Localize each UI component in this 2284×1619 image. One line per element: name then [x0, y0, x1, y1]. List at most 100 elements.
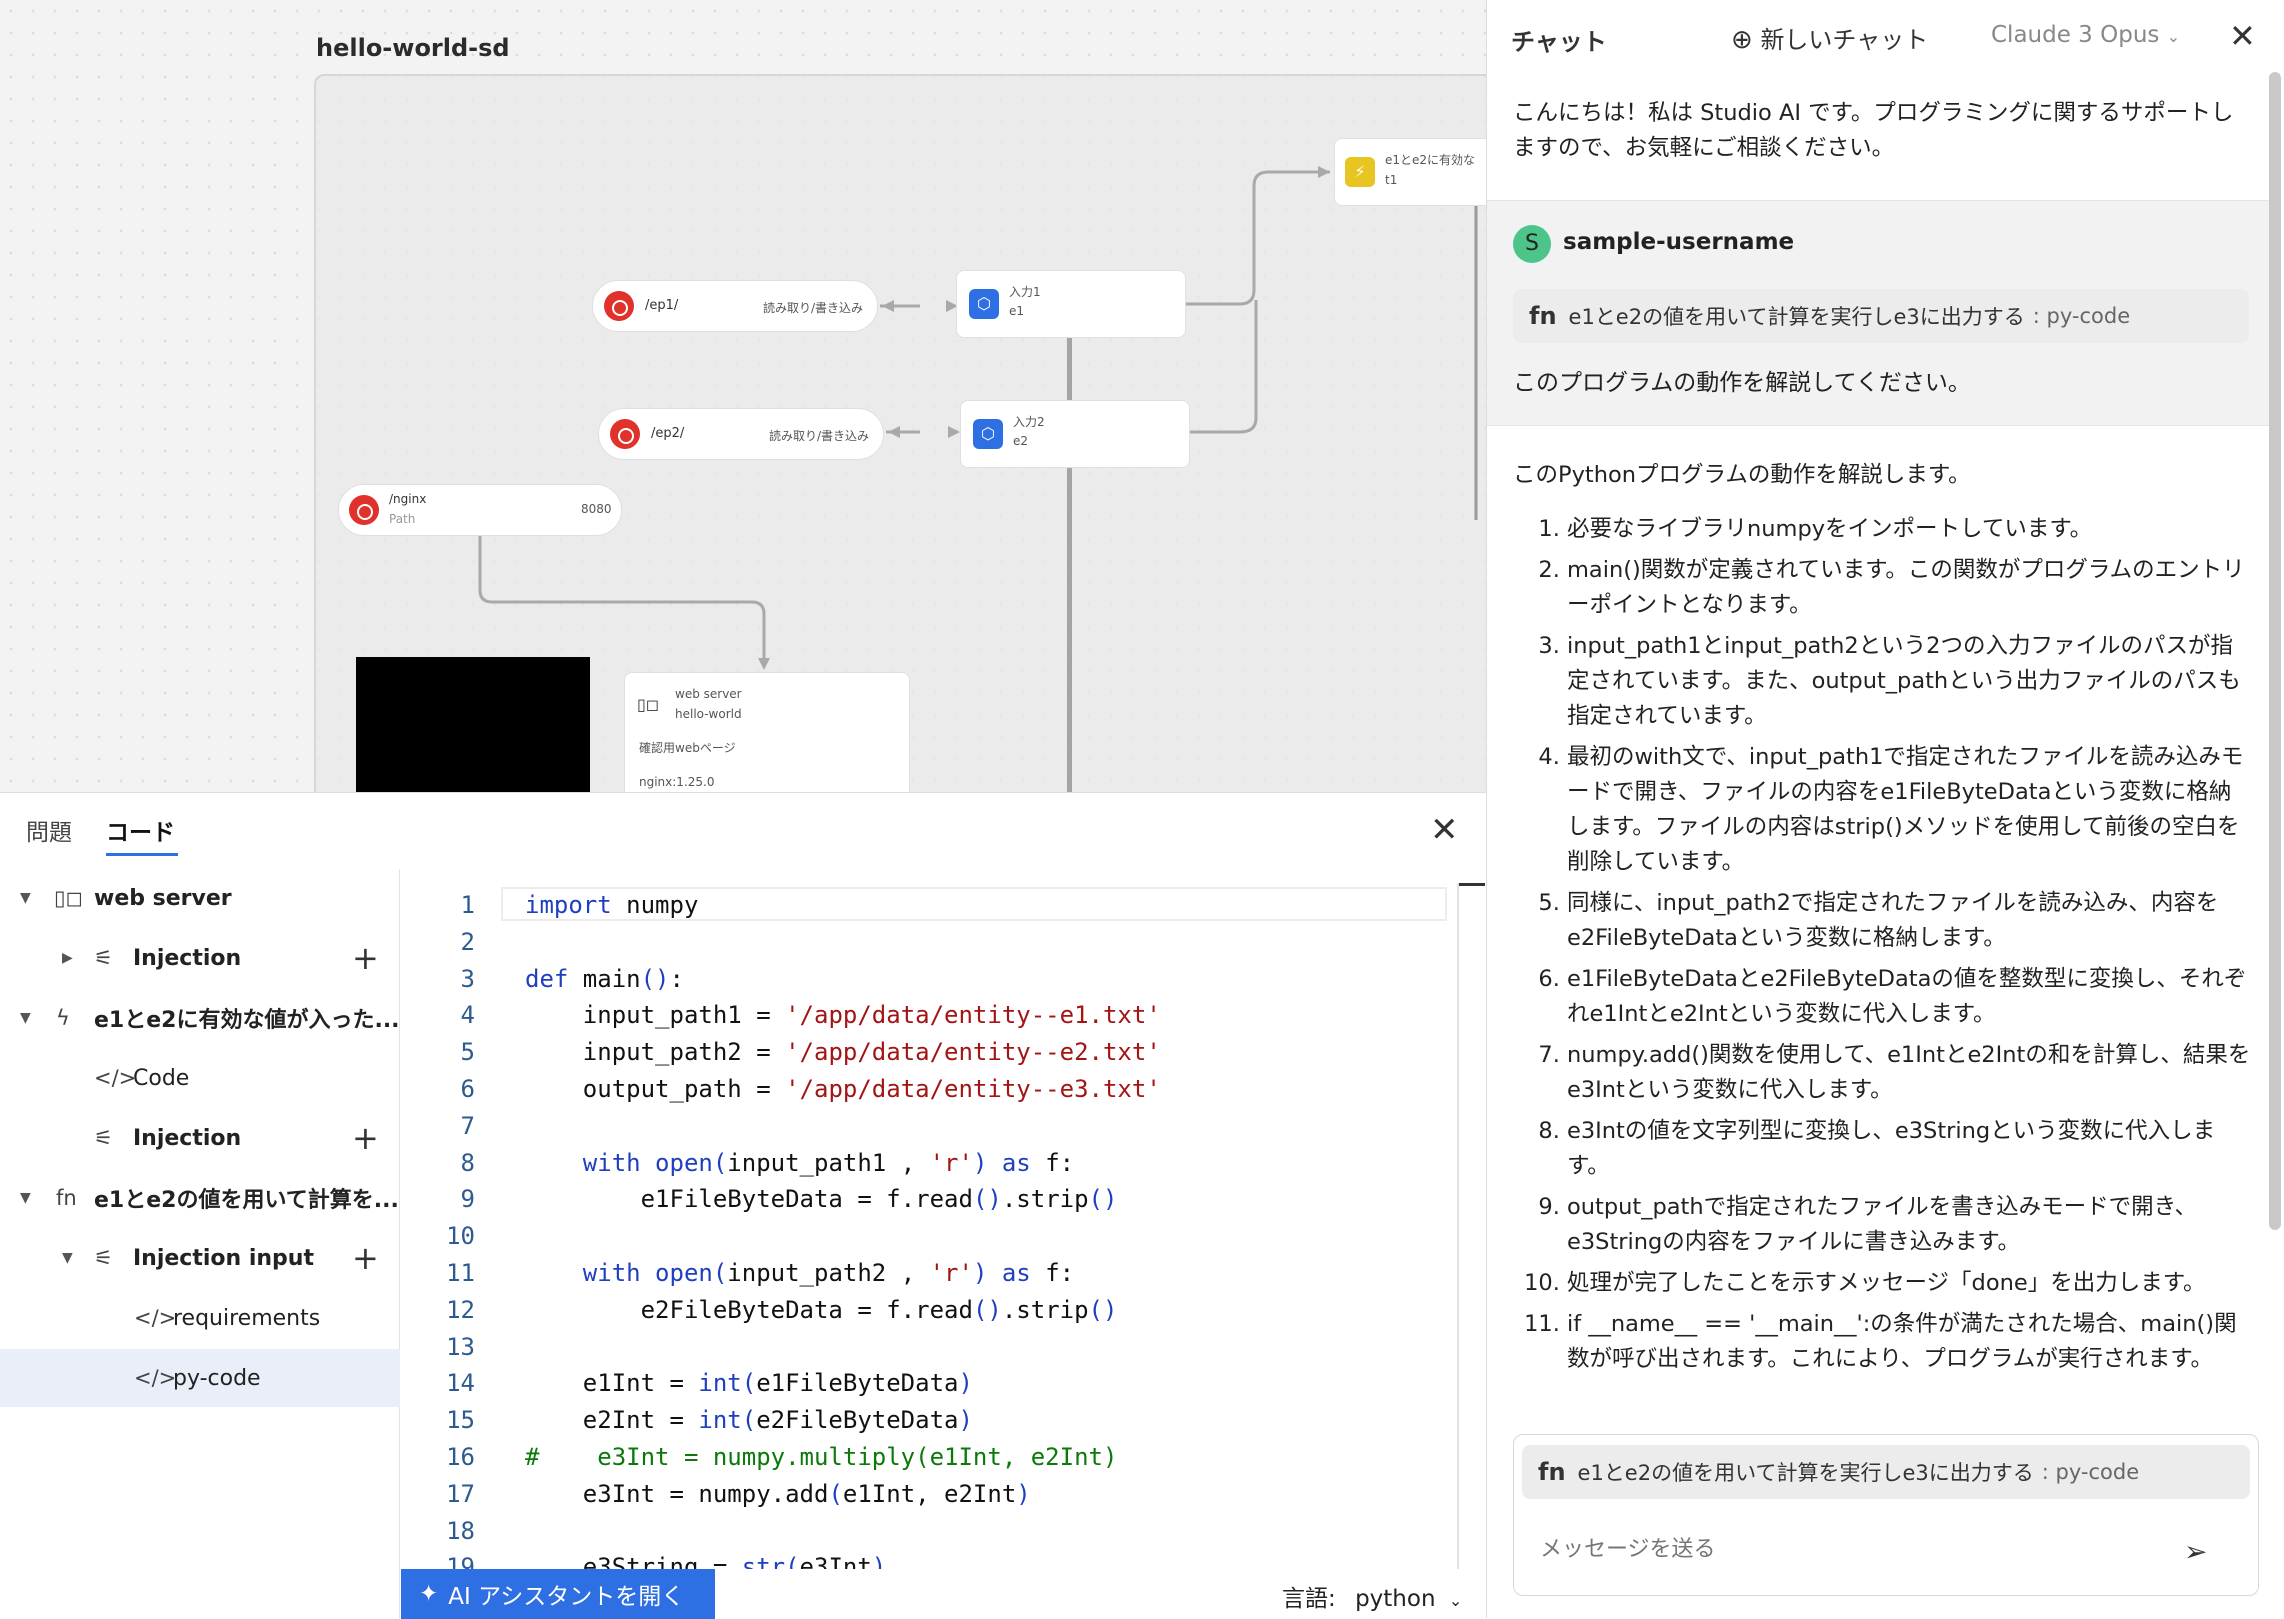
tab-problems[interactable]: 問題	[26, 813, 72, 847]
line-number: 12	[446, 1295, 475, 1324]
endpoint-node-ep1[interactable]: /ep1/ 読み取り/書き込み	[592, 280, 878, 332]
model-select[interactable]: Claude 3 Opus ⌄	[1991, 22, 2180, 48]
code-line: output_path = '/app/data/entity--e3.txt'	[525, 1075, 1161, 1103]
endpoint-path: /ep1/	[645, 298, 679, 313]
endpoint-icon	[610, 419, 640, 449]
answer-list: 必要なライブラリnumpyをインポートしています。 main()関数が定義されてい…	[1531, 512, 2251, 1383]
code-icon: </>	[134, 1306, 177, 1330]
code-line: e2FileByteData = f.read().strip()	[525, 1295, 1118, 1324]
close-chat-icon[interactable]: ✕	[2229, 20, 2256, 52]
line-number: 9	[460, 1185, 475, 1214]
avatar: S	[1513, 225, 1551, 263]
tree-item-trigger[interactable]: ▼ ϟ e1とe2に有効な値が入った...	[0, 989, 400, 1047]
code-reference-chip[interactable]: fn e1とe2の値を用いて計算を実行しe3に出力する : py-code	[1522, 1445, 2250, 1499]
line-number: 6	[460, 1075, 475, 1103]
chevron-down-icon: ⌄	[1448, 1591, 1463, 1610]
line-number: 18	[446, 1516, 475, 1545]
code-line: with open(input_path2 , 'r') as f:	[582, 1259, 1075, 1287]
sparkle-icon: ✦	[419, 1581, 439, 1607]
tree-item-injection-2[interactable]: ⚟ Injection +	[0, 1109, 400, 1167]
line-number: 19	[446, 1553, 475, 1569]
send-icon[interactable]: ➢	[2184, 1535, 2207, 1568]
endpoint-path: /ep2/	[651, 426, 685, 441]
endpoint-port: 8080	[581, 502, 612, 516]
trigger-node-t1[interactable]: ⚡ e1とe2に有効な t1	[1334, 138, 1486, 206]
node-name: e1とe2に有効な	[1385, 153, 1476, 167]
node-id: t1	[1385, 173, 1398, 187]
node-name: 入力1	[1009, 285, 1041, 299]
answer-item: e1FileByteDataとe2FileByteDataの値を整数型に変換し、…	[1567, 962, 2251, 1032]
chat-panel: チャット ⊕ 新しいチャット Claude 3 Opus ⌄ ✕ こんにちは！私…	[1486, 0, 2284, 1618]
user-question: このプログラムの動作を解説してください。	[1513, 370, 1971, 396]
open-ai-assistant-button[interactable]: ✦ AI アシスタントを開く	[401, 1569, 715, 1619]
code-line: e1FileByteData = f.read().strip()	[525, 1185, 1118, 1214]
answer-item: input_path1とinput_path2という2つの入力ファイルのパスが指…	[1567, 629, 2251, 734]
lightning-icon: ϟ	[56, 1006, 70, 1030]
line-number: 14	[446, 1369, 475, 1398]
answer-item: 必要なライブラリnumpyをインポートしています。	[1567, 512, 2251, 547]
tree-item-requirements[interactable]: </> requirements	[0, 1289, 400, 1347]
user-message: S sample-username fn e1とe2の値を用いて計算を実行しe3…	[1487, 200, 2269, 426]
lightning-icon: ⚡	[1345, 157, 1375, 187]
code-line: e1Int = int(e1FileByteData)	[525, 1369, 973, 1398]
endpoint-mode: 読み取り/書き込み	[763, 301, 864, 315]
tree-item-injection[interactable]: ▶ ⚟ Injection +	[0, 929, 400, 987]
language-select[interactable]: 言語: python ⌄	[1282, 1579, 1462, 1613]
answer-item: if __name__ == '__main__':の条件が満たされた場合、ma…	[1567, 1307, 2251, 1377]
close-icon[interactable]: ✕	[1430, 813, 1459, 847]
code-reference-chip[interactable]: fn e1とe2の値を用いて計算を実行しe3に出力する : py-code	[1513, 289, 2249, 343]
chat-scrollbar[interactable]	[2269, 72, 2281, 1230]
answer-item: output_pathで指定されたファイルを書き込みモードで開き、e3Strin…	[1567, 1190, 2251, 1260]
preview-thumbnail	[356, 657, 590, 792]
code-line: # e3Int = numpy.multiply(e1Int, e2Int)	[525, 1443, 1118, 1471]
input-node-e2[interactable]: ⬡ 入力2 e2	[960, 400, 1190, 468]
tree-item-code[interactable]: </> Code	[0, 1049, 400, 1107]
line-number: 7	[460, 1111, 475, 1140]
workflow-canvas[interactable]: hello-world-sd /ep1/ 読み取り/書き込み /ep2/ 読み取…	[0, 0, 1486, 792]
sliders-icon: ⚟	[94, 1126, 113, 1150]
active-tab-indicator	[106, 853, 178, 856]
editor-gutter-edge	[1457, 883, 1459, 1569]
answer-item: 最初のwith文で、input_path1で指定されたファイルを読み込みモードで…	[1567, 740, 2251, 880]
chevron-down-icon: ⌄	[2166, 27, 2181, 46]
new-chat-button[interactable]: ⊕ 新しいチャット	[1731, 20, 1928, 55]
line-number: 2	[460, 927, 475, 956]
line-number: 13	[446, 1332, 475, 1361]
endpoint-node-ep2[interactable]: /ep2/ 読み取り/書き込み	[598, 408, 884, 460]
message-input[interactable]	[1538, 1535, 2138, 1563]
tab-code[interactable]: コード	[106, 813, 175, 847]
chevron-down-icon[interactable]: ▼	[62, 1250, 73, 1266]
tree-item-py-code[interactable]: </> py-code	[0, 1349, 400, 1407]
tree-item-function[interactable]: ▼ fn e1とe2の値を用いて計算を...	[0, 1169, 400, 1227]
add-icon[interactable]: +	[352, 1239, 379, 1277]
scroll-marker[interactable]	[1459, 883, 1485, 886]
message-composer: fn e1とe2の値を用いて計算を実行しe3に出力する : py-code ➢	[1513, 1434, 2259, 1596]
code-editor[interactable]: 1234567891011121314151617181920 import n…	[401, 869, 1486, 1569]
add-icon[interactable]: +	[352, 1119, 379, 1157]
code-line: e2Int = int(e2FileByteData)	[525, 1406, 973, 1435]
webserver-node[interactable]: ▯◻ web server hello-world 確認用webページ ngin…	[624, 672, 910, 792]
bottom-panel: 問題 コード ✕ ▼ ▯◻ web server ▶ ⚟ Injection +…	[0, 792, 1486, 1619]
endpoint-node-nginx[interactable]: /nginx Path 8080	[338, 484, 622, 536]
chevron-down-icon[interactable]: ▼	[20, 890, 31, 906]
server-icon: ▯◻	[637, 695, 660, 714]
code-line: e3String = str(e3Int)	[525, 1553, 887, 1569]
sliders-icon: ⚟	[94, 946, 113, 970]
chevron-right-icon[interactable]: ▶	[62, 950, 73, 966]
chat-title: チャット	[1511, 28, 1607, 56]
tree-item-web-server[interactable]: ▼ ▯◻ web server	[0, 869, 400, 927]
answer-item: 処理が完了したことを示すメッセージ「done」を出力します。	[1567, 1266, 2251, 1301]
line-number: 10	[446, 1222, 475, 1251]
node-description: 確認用webページ	[639, 741, 736, 755]
line-number: 17	[446, 1479, 475, 1508]
answer-item: main()関数が定義されています。この関数がプログラムのエントリーポイントとな…	[1567, 553, 2251, 623]
input-node-e1[interactable]: ⬡ 入力1 e1	[956, 270, 1186, 338]
answer-intro: このPythonプログラムの動作を解説します。	[1513, 462, 1971, 488]
code-icon: </>	[134, 1366, 177, 1390]
chevron-down-icon[interactable]: ▼	[20, 1190, 31, 1206]
cube-icon: ⬡	[973, 419, 1003, 449]
add-icon[interactable]: +	[352, 939, 379, 977]
chevron-down-icon[interactable]: ▼	[20, 1010, 31, 1026]
endpoint-sub: Path	[389, 512, 416, 526]
tree-item-injection-input[interactable]: ▼ ⚟ Injection input +	[0, 1229, 400, 1287]
